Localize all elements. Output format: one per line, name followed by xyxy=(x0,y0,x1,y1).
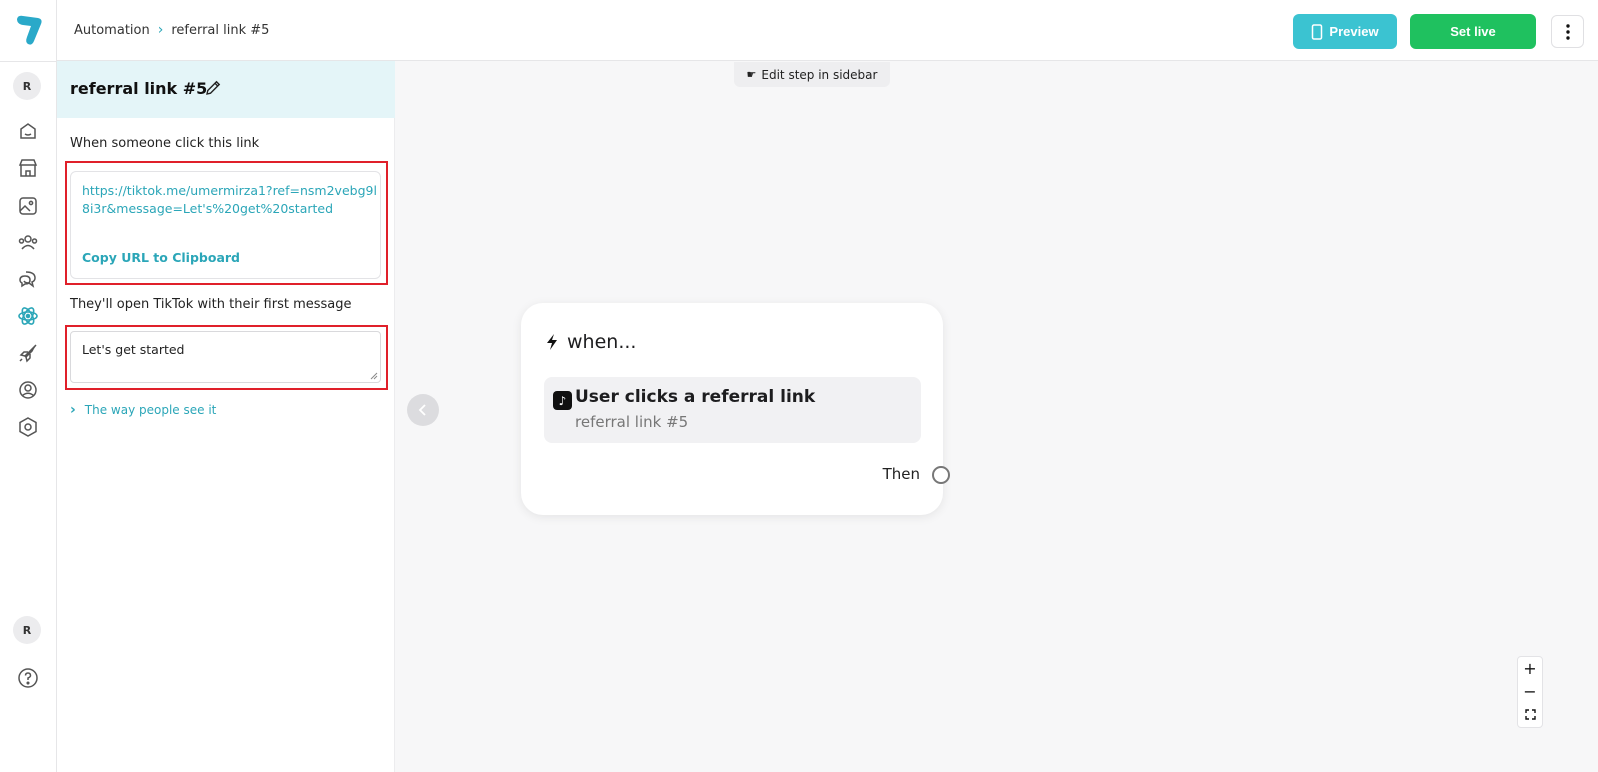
media-icon[interactable] xyxy=(17,195,39,217)
panel-header: referral link #5 xyxy=(57,61,395,118)
then-label: Then xyxy=(882,465,920,483)
trigger-node[interactable]: when... ♪ User clicks a referral link re… xyxy=(521,303,950,515)
preview-button[interactable]: Preview xyxy=(1293,14,1397,49)
edit-hint-banner: ☛ Edit step in sidebar xyxy=(734,62,890,87)
zoom-in-icon[interactable]: + xyxy=(1518,657,1542,680)
store-icon[interactable] xyxy=(17,157,39,179)
phone-icon xyxy=(1312,23,1323,40)
account-icon[interactable] xyxy=(17,379,39,401)
chevron-right-icon: › xyxy=(70,402,76,418)
referral-url[interactable]: https://tiktok.me/umermirza1?ref=nsm2veb… xyxy=(82,182,377,218)
referral-url-card: https://tiktok.me/umermirza1?ref=nsm2veb… xyxy=(70,171,381,279)
breadcrumb: Automation › referral link #5 xyxy=(74,22,269,38)
contacts-icon[interactable] xyxy=(17,231,39,253)
zoom-out-icon[interactable]: − xyxy=(1518,680,1542,703)
set-live-button[interactable]: Set live xyxy=(1410,14,1536,49)
rail-divider xyxy=(0,61,57,62)
trigger-title: User clicks a referral link xyxy=(575,387,816,407)
preview-toggle[interactable]: › The way people see it xyxy=(70,402,216,418)
more-options-icon[interactable] xyxy=(1551,15,1584,48)
step-sidebar: referral link #5 When someone click this… xyxy=(57,61,395,772)
left-rail: R R xyxy=(0,0,57,772)
first-message-value: Let's get started xyxy=(82,342,185,357)
click-link-label: When someone click this link xyxy=(70,136,260,151)
node-title: when... xyxy=(545,331,636,353)
chat-icon[interactable] xyxy=(17,268,39,290)
chevron-left-icon xyxy=(418,404,426,416)
trigger-subtitle: referral link #5 xyxy=(575,413,689,431)
resize-handle-icon[interactable] xyxy=(370,372,378,380)
copy-url-button[interactable]: Copy URL to Clipboard xyxy=(82,250,240,265)
top-bar: Automation › referral link #5 Preview Se… xyxy=(57,0,1598,61)
growth-icon[interactable] xyxy=(17,342,39,364)
node-title-text: when... xyxy=(567,331,637,353)
first-message-field[interactable]: Let's get started xyxy=(70,331,381,383)
output-port[interactable] xyxy=(932,466,950,484)
tiktok-icon: ♪ xyxy=(553,391,572,410)
pointing-hand-icon: ☛ xyxy=(746,68,757,81)
lightning-icon xyxy=(547,334,557,350)
fit-view-icon[interactable] xyxy=(1518,703,1542,726)
breadcrumb-automation[interactable]: Automation xyxy=(74,23,150,38)
chevron-right-icon: › xyxy=(157,22,164,38)
edit-hint-text: Edit step in sidebar xyxy=(761,67,878,82)
avatar[interactable]: R xyxy=(13,72,41,100)
app-logo-icon[interactable] xyxy=(14,13,44,47)
home-icon[interactable] xyxy=(17,120,39,142)
preview-toggle-label: The way people see it xyxy=(84,403,217,417)
breadcrumb-current: referral link #5 xyxy=(171,22,270,38)
edit-pencil-icon[interactable] xyxy=(204,79,222,97)
set-live-label: Set live xyxy=(1450,24,1496,39)
step-title: referral link #5 xyxy=(70,79,208,98)
collapse-sidebar-button[interactable] xyxy=(407,394,439,426)
settings-icon[interactable] xyxy=(17,416,39,438)
trigger-card[interactable]: ♪ User clicks a referral link referral l… xyxy=(544,377,921,443)
first-message-label: They'll open TikTok with their first mes… xyxy=(70,297,352,312)
zoom-controls: + − xyxy=(1517,656,1543,728)
preview-label: Preview xyxy=(1329,24,1379,39)
automation-icon[interactable] xyxy=(17,305,39,327)
avatar[interactable]: R xyxy=(13,616,41,644)
help-icon[interactable] xyxy=(17,667,39,689)
